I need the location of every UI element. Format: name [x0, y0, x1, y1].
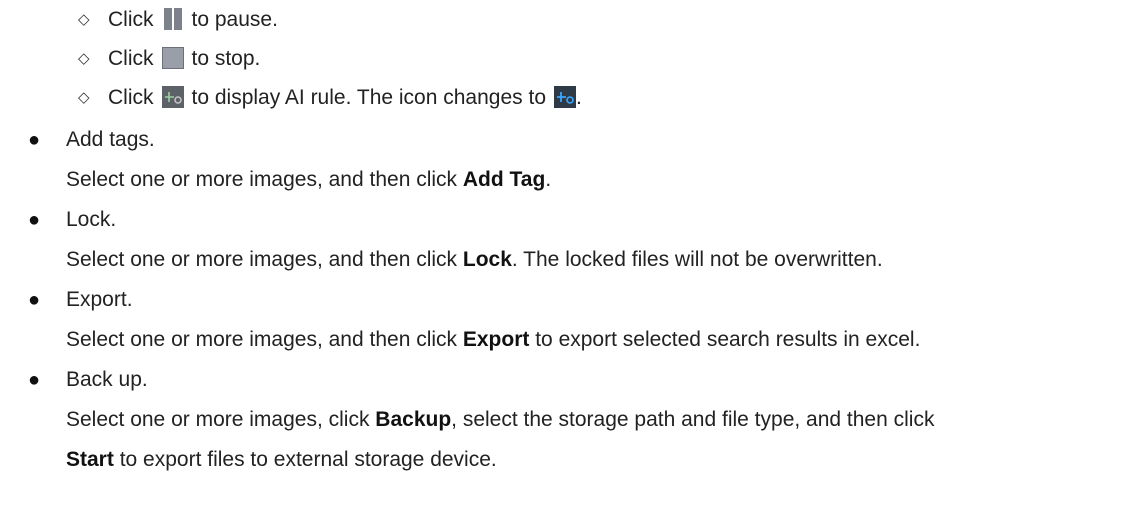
ui-term-add-tag: Add Tag — [462, 168, 546, 191]
click-text: Click — [108, 86, 154, 109]
period-text: . — [576, 86, 582, 109]
item-description-continued: Start to export files to external storag… — [66, 448, 497, 471]
bullet-icon: ● — [28, 129, 41, 151]
click-text: Click — [108, 47, 154, 70]
document-page: ◇ Click to pause. ◇ Click to stop. ◇ Click to… — [0, 0, 1134, 507]
list-item-lock: ● Lock. — [28, 202, 116, 238]
list-item-add-tags: ● Add tags. — [28, 122, 155, 158]
ui-term-export: Export — [462, 328, 530, 351]
item-title: Add tags. — [66, 128, 155, 151]
ai-rule-icon — [161, 86, 184, 108]
item-description: Select one or more images, and then clic… — [66, 328, 921, 351]
ui-term-backup: Backup — [375, 408, 452, 431]
list-item-back-up: ● Back up. — [28, 362, 148, 398]
list-item-export: ● Export. — [28, 282, 133, 318]
click-text: Click — [108, 8, 154, 31]
item-description: Select one or more images, click Backup,… — [66, 408, 935, 431]
ai-rule-instruction: ◇ Click to display AI rule. The icon chan… — [78, 80, 582, 116]
diamond-bullet-icon: ◇ — [78, 11, 90, 28]
bullet-icon: ● — [28, 369, 41, 391]
pause-icon — [162, 8, 184, 30]
stop-instruction: ◇ Click to stop. — [78, 41, 260, 77]
bullet-icon: ● — [28, 289, 41, 311]
stop-icon — [161, 47, 184, 69]
diamond-bullet-icon: ◇ — [78, 89, 90, 106]
stop-text: to stop. — [191, 47, 261, 70]
diamond-bullet-icon: ◇ — [78, 50, 90, 67]
pause-instruction: ◇ Click to pause. — [78, 2, 278, 38]
ai-rule-active-icon — [554, 86, 576, 108]
item-title: Export. — [66, 288, 133, 311]
pause-text: to pause. — [191, 8, 278, 31]
item-description: Select one or more images, and then clic… — [66, 168, 552, 191]
bullet-icon: ● — [28, 209, 41, 231]
ui-term-start: Start — [66, 448, 114, 471]
item-title: Back up. — [66, 368, 148, 391]
ai-rule-text: to display AI rule. The icon changes to — [191, 86, 547, 109]
item-description: Select one or more images, and then clic… — [66, 248, 883, 271]
ui-term-lock: Lock — [462, 248, 512, 271]
item-title: Lock. — [66, 208, 117, 231]
